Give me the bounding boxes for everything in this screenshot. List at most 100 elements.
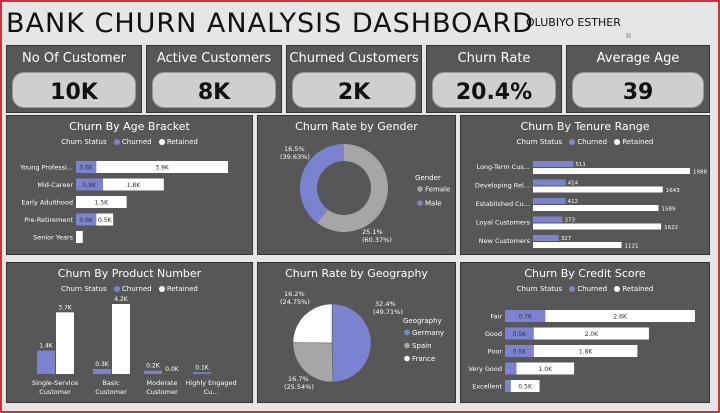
bar-retained [533, 186, 663, 193]
kpi-label: Churned Customers [289, 51, 419, 66]
dashboard-title: BANK CHURN ANALYSIS DASHBOARD [6, 8, 534, 39]
bar-retained [533, 242, 622, 248]
legend-entry: France [412, 355, 435, 363]
data-label-churned: 0.5K [513, 349, 528, 356]
panel-age-bracket[interactable]: Churn By Age Bracket Churn Status Churne… [6, 115, 253, 255]
kpi-card-churned[interactable]: Churned Customers 2K [286, 45, 422, 113]
data-label-churned: 0.1K [195, 364, 210, 371]
kpi-label: Average Age [596, 51, 680, 66]
data-label-retained: 4.2K [114, 296, 129, 303]
pie-slice-france [292, 303, 333, 344]
data-label-retained: 1.8K [127, 182, 142, 189]
bar-churned [533, 161, 574, 167]
panel-credit[interactable]: Churn By Credit Score Churn Status Churn… [460, 262, 710, 403]
category-label: Pre-Retirement [24, 216, 73, 224]
bar-retained [533, 223, 662, 230]
data-label-retained: 3.9K [155, 165, 170, 172]
data-label-churned: 373 [564, 218, 575, 224]
gender-donut-chart: 25.1%(60.37%) 16.5%(39.63%) Gender Female Ma… [280, 144, 450, 244]
bar-retained [112, 304, 130, 374]
kpi-value: 8K [197, 80, 231, 105]
category-label: Basic Customer [95, 379, 127, 396]
legend-swatch [404, 355, 410, 362]
category-label: Very Good [468, 365, 502, 373]
bar-churned [193, 372, 211, 374]
bar-retained [533, 168, 690, 174]
legend-entry: Germany [412, 329, 444, 337]
data-label-retained: 1589 [661, 207, 675, 213]
slice-sublabel: (25.54%) [284, 383, 314, 391]
slice-label: 16.5% [284, 145, 305, 153]
category-label: Good [485, 330, 502, 338]
data-label-retained: 1622 [664, 225, 678, 231]
category-label: Established Cu... [476, 200, 530, 208]
category-label: Loyal Customers [476, 219, 531, 227]
bar-churned [533, 179, 566, 186]
slice-label: 16.7% [288, 375, 309, 383]
data-label-retained: 1.8K [579, 349, 594, 356]
data-label-retained: 1.0K [539, 366, 554, 373]
data-label-retained: 2.0K [585, 331, 600, 338]
data-label-churned: 0.5K [513, 331, 528, 338]
bar-churned [505, 362, 517, 375]
kpi-card-customers[interactable]: No Of Customer 10K [6, 45, 142, 113]
kpi-pill: 20.4% [432, 72, 556, 108]
legend-entry: Male [425, 200, 442, 208]
data-label-retained: 0.5K [98, 217, 113, 224]
legend-entry: Female [425, 186, 450, 194]
category-label: Fair [490, 313, 502, 321]
kpi-pill: 2K [292, 72, 416, 108]
legend-swatch [417, 186, 423, 192]
kpi-label: Active Customers [156, 51, 272, 66]
bar-retained [56, 312, 74, 374]
pie-slice-germany [331, 303, 372, 383]
kpi-pill: 10K [12, 72, 136, 108]
data-label-churned: 0.6K [79, 165, 94, 172]
category-label: Excellent [472, 383, 502, 391]
panel-gender[interactable]: Churn Rate by Gender 25.1% (60.37%) 16.5%(… [257, 115, 456, 255]
data-label-churned: 327 [561, 236, 572, 242]
author-name: OLUBIYO ESTHER [526, 16, 621, 29]
category-label: Developing Rel... [475, 182, 530, 190]
kpi-value: 39 [622, 80, 654, 105]
data-label-retained: 0.0K [165, 366, 180, 373]
slice-sublabel: (60.37%) [362, 236, 392, 244]
kpi-label: Churn Rate [457, 51, 531, 66]
category-label: Mid-Career [37, 181, 73, 189]
kpi-pill: 8K [152, 72, 276, 108]
data-label-retained: 3.7K [58, 304, 73, 311]
data-label-retained: 1988 [693, 170, 707, 176]
legend-swatch [417, 200, 423, 206]
data-label-churned: 0.7K [518, 314, 533, 321]
data-label-retained: 1643 [666, 188, 680, 194]
age-bracket-chart: Young Professi... 0.6K 3.9K Mid-Career 0.8K 1… [19, 161, 229, 243]
legend-entry: Spain [412, 342, 432, 350]
data-label-retained: 0.5K [518, 384, 533, 391]
kpi-value: 10K [50, 80, 98, 105]
kpi-card-active[interactable]: Active Customers 8K [146, 45, 282, 113]
geography-pie-chart: 32.4%(49.71%) 16.7%(25.54%) 16.2%(24.75%) G… [280, 290, 444, 391]
bar-churned [505, 380, 511, 392]
data-label-churned: 0.6K [79, 217, 94, 224]
panel-tenure[interactable]: Churn By Tenure Range Churn Status Churn… [460, 115, 710, 255]
category-label: New Customers [479, 237, 531, 245]
kpi-card-average-age[interactable]: Average Age 39 [566, 45, 710, 113]
bar-retained [76, 231, 83, 243]
product-chart: 1.4K 3.7K Single-Service Customer 0.3K 4.2K Ba… [32, 296, 237, 396]
bar-churned [533, 216, 563, 223]
category-label: Single-Service Customer [32, 379, 78, 396]
slice-label: 25.1% [362, 228, 383, 236]
data-label-churned: 0.2K [146, 363, 161, 370]
category-label: Long-Term Cus... [476, 163, 530, 171]
bar-churned [533, 235, 559, 241]
slice-sublabel: (24.75%) [280, 298, 310, 306]
category-label: Senior Years [33, 234, 74, 242]
data-label-churned: 0.8K [83, 182, 98, 189]
panel-geography[interactable]: Churn Rate by Geography 32.4% (49.71%) 16.… [257, 262, 456, 403]
kpi-value: 20.4% [455, 80, 533, 105]
data-label-churned: 511 [575, 162, 586, 168]
panel-product[interactable]: Churn By Product Number Churn Status Chu… [6, 262, 253, 403]
data-label-retained: 1.5K [95, 200, 110, 207]
kpi-card-churn-rate[interactable]: Churn Rate 20.4% [426, 45, 562, 113]
data-label-retained: 1121 [625, 244, 639, 250]
